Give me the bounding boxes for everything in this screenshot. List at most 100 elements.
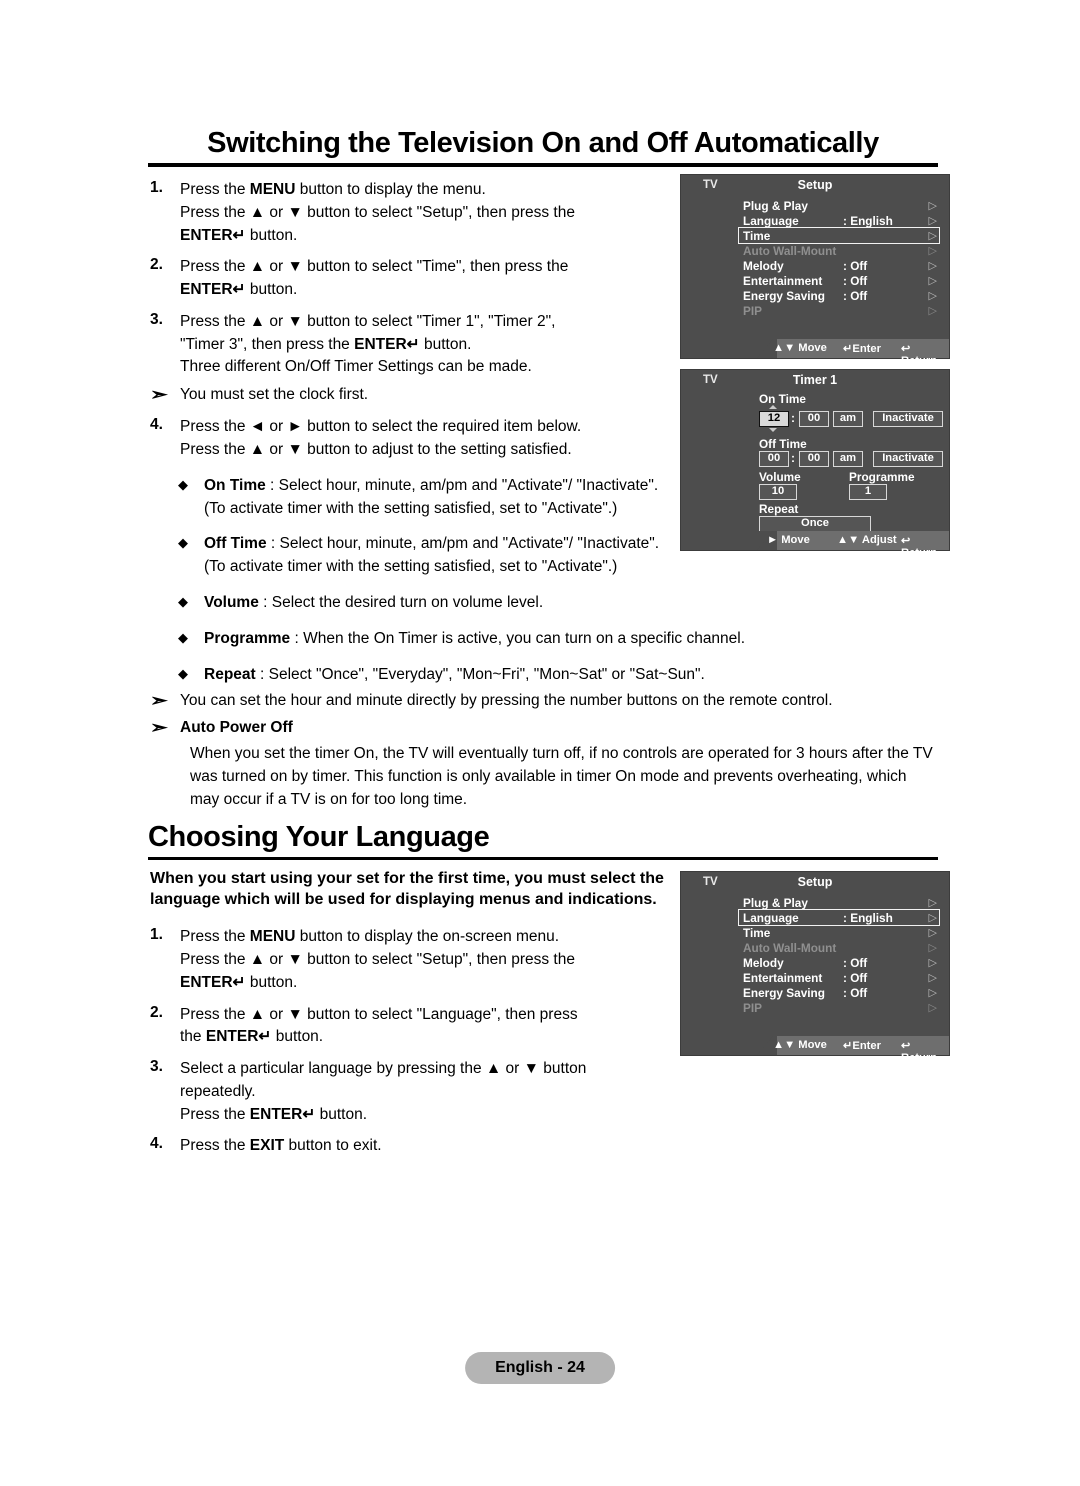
caret-down-icon[interactable] [769, 428, 777, 432]
bullet-item: ◆ Volume : Select the desired turn on vo… [150, 592, 940, 615]
repeat-field[interactable]: Once [759, 516, 871, 532]
step-line: Press the ▲ or ▼ button to select "Langu… [180, 1005, 578, 1023]
enter-icon: ↵ [302, 1105, 316, 1123]
osd-row-energy-saving[interactable]: Energy Saving : Off ▷ [739, 985, 939, 1000]
enter-icon: ↵ [843, 343, 853, 355]
osd-row-auto-wall-mount[interactable]: Auto Wall-Mount ▷ [739, 243, 939, 258]
osd-row-language[interactable]: Language : English ▷ [739, 213, 939, 228]
osd-footer-move[interactable]: ▲▼ Move [773, 342, 827, 354]
note-item: ➣ You must set the clock first. [150, 384, 670, 407]
note-item: ➣ You can set the hour and minute direct… [150, 690, 940, 713]
step-line: repeatedly. [180, 1082, 256, 1100]
osd-timer-panel[interactable]: TV Timer 1 On Time 12 : 00 am Inactivate… [681, 370, 949, 559]
osd-row-label: PIP [743, 304, 763, 318]
enter-icon: ↵ [843, 1040, 853, 1052]
osd-row-plug-and-play[interactable]: Plug & Play ▷ [739, 895, 939, 910]
diamond-bullet-icon: ◆ [178, 476, 188, 492]
step-text: Select a particular language by pressing… [180, 1058, 670, 1126]
note-text: You can set the hour and minute directly… [180, 692, 833, 710]
osd-row-pip[interactable]: PIP ▷ [739, 303, 939, 318]
osd-row-label: Plug & Play [743, 199, 808, 213]
step-item: 2. Press the ▲ or ▼ button to select "La… [150, 1004, 670, 1050]
chevron-right-icon: ▷ [928, 245, 937, 257]
osd-footer-adjust-label: Adjust [861, 534, 897, 546]
osd-row-time[interactable]: Time ▷ [739, 925, 939, 940]
osd-row-value: : Off [843, 956, 868, 970]
osd-row-plug-and-play[interactable]: Plug & Play ▷ [739, 198, 939, 213]
step-text: Press the ▲ or ▼ button to select "Time"… [180, 256, 670, 302]
osd-footer-move[interactable]: ► Move [767, 534, 810, 546]
on-time-ampm-field[interactable]: am [833, 411, 863, 427]
osd-row-entertainment[interactable]: Entertainment : Off ▷ [739, 273, 939, 288]
arrow-bullet-icon: ➣ [150, 385, 168, 405]
osd-setup-menu-bottom[interactable]: TV Setup Plug & Play ▷ Language : Englis… [681, 872, 949, 1064]
step-number: 4. [150, 416, 163, 434]
caret-up-icon[interactable] [769, 405, 777, 409]
on-time-hour-field[interactable]: 12 [759, 411, 789, 427]
osd-row-label: Energy Saving [743, 289, 825, 303]
page-footer-badge: English - 24 [465, 1352, 615, 1384]
off-time-minute-field[interactable]: 00 [799, 451, 829, 467]
step-line: Press the EXIT button to exit. [180, 1137, 382, 1155]
osd-footer-return[interactable]: ↩ Return [901, 534, 949, 559]
volume-field[interactable]: 10 [759, 484, 797, 500]
osd-row-label: Plug & Play [743, 896, 808, 910]
osd-row-energy-saving[interactable]: Energy Saving : Off ▷ [739, 288, 939, 303]
programme-label: Programme [849, 470, 915, 484]
osd-footer-move[interactable]: ▲▼ Move [773, 1039, 827, 1051]
osd-row-value: : Off [843, 986, 868, 1000]
osd-setup-menu-top[interactable]: TV Setup Plug & Play ▷ Language : Englis… [681, 175, 949, 367]
step-item: 1. Press the MENU button to display the … [150, 179, 670, 247]
arrow-bullet-icon: ➣ [150, 691, 168, 711]
osd-footer-adjust[interactable]: ▲▼ Adjust [837, 534, 897, 546]
osd-row-language[interactable]: Language : English ▷ [738, 909, 940, 926]
osd-row-pip[interactable]: PIP ▷ [739, 1000, 939, 1015]
osd-footer-return[interactable]: ↩ Return [901, 1039, 949, 1064]
heading-rule [148, 163, 938, 168]
osd-row-melody[interactable]: Melody : Off ▷ [739, 955, 939, 970]
bullet-item: ◆ On Time : Select hour, minute, am/pm a… [150, 475, 670, 521]
osd-row-entertainment[interactable]: Entertainment : Off ▷ [739, 970, 939, 985]
bullet-term: Repeat [204, 665, 256, 683]
page-title: Switching the Television On and Off Auto… [207, 127, 879, 159]
bullet-text: Off Time : Select hour, minute, am/pm an… [204, 533, 670, 579]
on-time-minute-field[interactable]: 00 [799, 411, 829, 427]
off-time-ampm-field[interactable]: am [833, 451, 863, 467]
off-time-label: Off Time [759, 437, 807, 451]
step-line: Press the ▲ or ▼ button to select "Time"… [180, 258, 569, 276]
osd-row-label: Time [743, 229, 771, 243]
step-line: Press the ▲ or ▼ button to select "Setup… [180, 951, 575, 968]
osd-row-time[interactable]: Time ▷ [738, 227, 940, 244]
osd-row-list: Plug & Play ▷ Language : English ▷ Time … [681, 894, 949, 1015]
on-time-activate-field[interactable]: Inactivate [873, 411, 943, 427]
bullet-desc: : Select hour, minute, am/pm and "Activa… [204, 535, 660, 576]
step-item: 2. Press the ▲ or ▼ button to select "Ti… [150, 256, 670, 302]
osd-footer-tab-cut [757, 339, 773, 358]
step-item: 4. Press the EXIT button to exit. [150, 1135, 670, 1158]
arrow-bullet-icon: ➣ [150, 718, 168, 738]
return-arrow-icon: ↩ [901, 535, 911, 547]
osd-row-auto-wall-mount[interactable]: Auto Wall-Mount ▷ [739, 940, 939, 955]
step-item: 3. Select a particular language by press… [150, 1058, 670, 1126]
programme-field[interactable]: 1 [849, 484, 887, 500]
section2-title: Choosing Your Language [148, 821, 490, 853]
up-down-arrow-icon: ▲▼ [837, 534, 860, 546]
step-line: the ENTER↵ button. [180, 1028, 324, 1046]
enter-icon: ↵ [232, 226, 246, 244]
bullet-term: Volume [204, 594, 259, 611]
osd-row-melody[interactable]: Melody : Off ▷ [739, 258, 939, 273]
osd-footer-enter[interactable]: ↵Enter [843, 342, 881, 355]
off-time-activate-field[interactable]: Inactivate [873, 451, 943, 467]
off-time-hour-field[interactable]: 00 [759, 451, 789, 467]
step-number: 1. [150, 179, 163, 196]
osd-footer-return-label: Return [901, 547, 938, 559]
chevron-right-icon: ▷ [928, 972, 937, 984]
chevron-right-icon: ▷ [928, 987, 937, 999]
osd-footer-bar: ▲▼ Move ↵Enter ↩ Return [681, 1036, 949, 1064]
chevron-right-icon: ▷ [928, 200, 937, 212]
osd-footer-enter[interactable]: ↵Enter [843, 1039, 881, 1052]
osd-header: TV Setup [681, 872, 949, 894]
osd-footer-return[interactable]: ↩ Return [901, 342, 949, 367]
auto-power-off-body: When you set the timer On, the TV will e… [190, 745, 933, 808]
time-colon: : [791, 451, 795, 465]
